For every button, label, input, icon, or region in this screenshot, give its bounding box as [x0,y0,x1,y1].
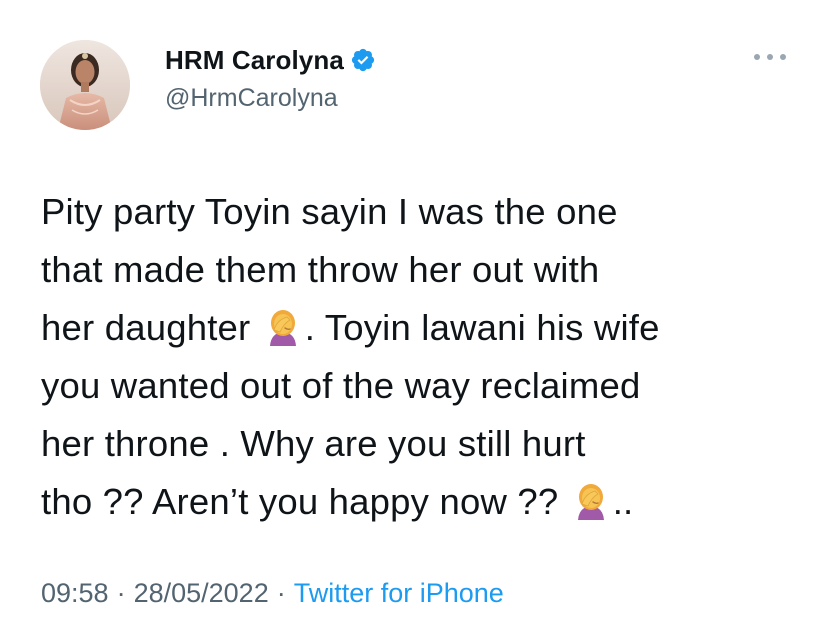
tweet-line: you wanted out of the way reclaimed [41,365,641,406]
face-palm-emoji [571,479,611,520]
tweet-meta: 09:58 · 28/05/2022 · Twitter for iPhone [41,578,504,609]
tweet-time[interactable]: 09:58 [41,578,109,608]
author-name-row[interactable]: HRM Carolyna [165,43,376,77]
avatar[interactable] [40,40,130,130]
tweet-line: her daughter . Toyin lawani his wife [41,305,660,348]
more-options-icon[interactable] [754,50,786,64]
more-dot [780,54,786,60]
tweet-source-link[interactable]: Twitter for iPhone [294,578,504,608]
verified-badge-icon [350,47,376,73]
tweet-line: tho ?? Aren’t you happy now ?? .. [41,479,634,522]
tweet-line: that made them throw her out with [41,249,600,290]
more-dot [754,54,760,60]
more-dot [767,54,773,60]
author-handle[interactable]: @HrmCarolyna [165,84,338,113]
meta-separator: · [116,578,126,608]
tweet-card: HRM Carolyna @HrmCarolyna Pity party Toy… [0,0,829,630]
display-name[interactable]: HRM Carolyna [165,45,344,76]
tweet-line: her throne . Why are you still hurt [41,423,586,464]
tweet-date[interactable]: 28/05/2022 [134,578,269,608]
tweet-line: Pity party Toyin sayin I was the one [41,191,618,232]
meta-separator: · [276,578,286,608]
face-palm-emoji [263,305,303,346]
tweet-text: Pity party Toyin sayin I was the one tha… [41,183,801,531]
